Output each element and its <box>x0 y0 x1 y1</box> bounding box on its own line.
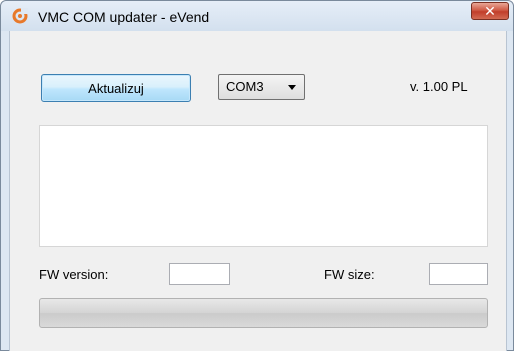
client-area: Aktualizuj COM3 v. 1.00 PL FW version: F… <box>9 31 507 351</box>
update-button-label: Aktualizuj <box>88 80 144 96</box>
title-bar[interactable]: VMC COM updater - eVend ✕ <box>1 1 513 31</box>
window-title: VMC COM updater - eVend <box>38 9 210 25</box>
close-button[interactable]: ✕ <box>471 2 509 20</box>
app-logo-icon <box>12 8 28 24</box>
update-button[interactable]: Aktualizuj <box>41 74 191 102</box>
progress-bar <box>39 298 488 328</box>
fw-version-field[interactable] <box>169 263 230 285</box>
fw-version-label: FW version: <box>39 267 109 282</box>
app-window: VMC COM updater - eVend ✕ Aktualizuj COM… <box>0 0 514 351</box>
log-output[interactable] <box>39 125 488 247</box>
com-port-value: COM3 <box>226 79 264 94</box>
close-icon: ✕ <box>484 3 496 19</box>
com-port-select[interactable]: COM3 <box>218 74 305 100</box>
version-label: v. 1.00 PL <box>410 79 468 94</box>
fw-size-field[interactable] <box>429 263 488 285</box>
fw-size-label: FW size: <box>324 267 375 282</box>
chevron-down-icon <box>288 85 296 90</box>
